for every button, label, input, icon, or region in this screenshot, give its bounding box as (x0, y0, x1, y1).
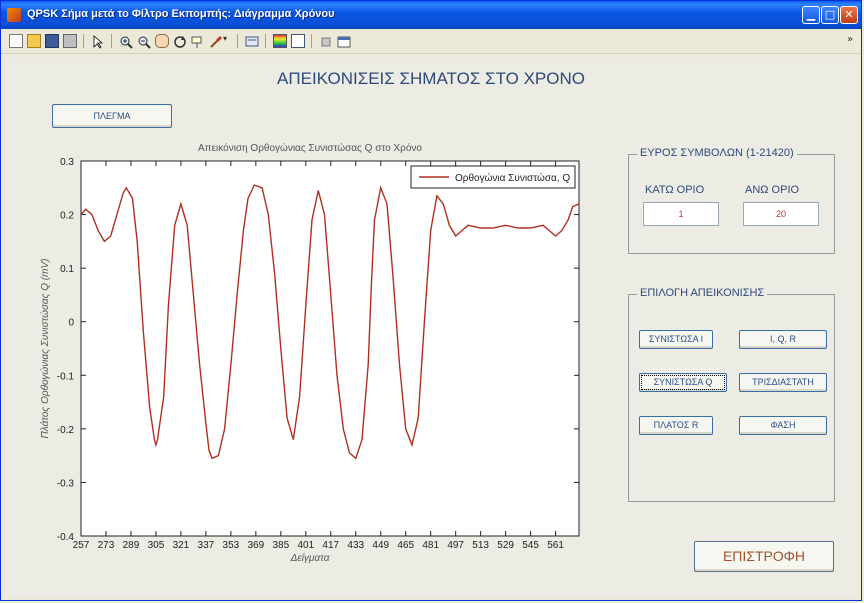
x-tick-label: 385 (272, 540, 289, 551)
open-file-icon[interactable] (27, 34, 41, 48)
lower-limit-input[interactable]: 1 (643, 202, 719, 226)
zoom-in-icon[interactable] (119, 34, 133, 49)
x-tick-label: 417 (322, 540, 339, 551)
rotate-icon[interactable] (173, 34, 187, 48)
symbol-range-title: ΕΥΡΟΣ ΣΥΜΒΟΛΩΝ (1-21420) (637, 147, 797, 159)
toolbar-separator (111, 34, 112, 48)
figure-canvas: ΑΠΕΙΚΟΝΙΣΕΙΣ ΣΗΜΑΤΟΣ ΣΤΟ ΧΡΟΝΟ ΠΛΕΓΜΑ Απ… (6, 57, 856, 597)
x-tick-label: 401 (297, 540, 314, 551)
pointer-icon[interactable] (91, 34, 105, 49)
minimize-button[interactable]: ▁ (802, 6, 820, 24)
phase-button[interactable]: ΦΑΣΗ (739, 416, 827, 435)
x-tick-label: 561 (547, 540, 564, 551)
y-tick-label: -0.2 (57, 425, 75, 436)
title-bar[interactable]: QPSK Σήμα μετά το Φίλτρο Εκπομπής: Διάγρ… (1, 1, 861, 29)
x-tick-label: 433 (347, 540, 364, 551)
display-selection-title: ΕΠΙΛΟΓΗ ΑΠΕΙΚΟΝΙΣΗΣ (637, 287, 768, 299)
x-tick-label: 529 (497, 540, 514, 551)
toolbar-overflow-icon[interactable]: » (847, 34, 861, 48)
x-tick-label: 257 (73, 540, 90, 551)
x-tick-label: 513 (472, 540, 489, 551)
component-i-button[interactable]: ΣΥΝΙΣΤΩΣΑ Ι (639, 330, 713, 349)
iqr-button[interactable]: Ι, Q, R (739, 330, 827, 349)
display-selection-panel: ΕΠΙΛΟΓΗ ΑΠΕΙΚΟΝΙΣΗΣ ΣΥΝΙΣΤΩΣΑ Ι Ι, Q, R … (628, 287, 835, 502)
maximize-button[interactable]: □ (821, 6, 839, 24)
legend-entry: Ορθογώνια Συνιστώσα, Q (455, 172, 570, 184)
x-tick-label: 289 (123, 540, 140, 551)
zoom-out-icon[interactable] (137, 34, 151, 49)
component-q-button[interactable]: ΣΥΝΙΣΤΩΣΑ Q (639, 373, 727, 392)
q-component-chart: Απεικόνιση Ορθογώνιας Συνιστώσας Q στο Χ… (39, 142, 580, 564)
y-tick-label: 0.1 (60, 264, 74, 275)
x-tick-label: 497 (447, 540, 464, 551)
colorbar-icon[interactable] (273, 34, 287, 48)
amplitude-r-button[interactable]: ΠΛΑΤΟΣ R (639, 416, 713, 435)
x-tick-label: 305 (148, 540, 165, 551)
y-tick-label: -0.1 (57, 371, 75, 382)
print-icon[interactable] (63, 34, 77, 48)
toolbar-separator (311, 34, 312, 48)
x-axis-label: Δείγματα (290, 552, 330, 564)
hide-plot-tools-icon[interactable] (319, 34, 333, 48)
toolbar-separator (83, 34, 84, 48)
back-button[interactable]: ΕΠΙΣΤΡΟΦΗ (694, 541, 834, 572)
data-cursor-icon[interactable] (191, 34, 205, 48)
new-file-icon[interactable] (9, 34, 23, 48)
window-title: QPSK Σήμα μετά το Φίλτρο Εκπομπής: Διάγρ… (27, 8, 335, 20)
main-window: QPSK Σήμα μετά το Φίλτρο Εκπομπής: Διάγρ… (0, 0, 862, 601)
y-tick-label: 0.2 (60, 211, 74, 222)
brush-icon[interactable] (209, 34, 223, 48)
y-axis-label: Πλάτος Ορθογώνιας Συνιστώσας Q (mV) (39, 259, 51, 439)
lower-limit-label: ΚΑΤΩ ΟΡΙΟ (645, 184, 705, 196)
close-button[interactable]: ✕ (840, 6, 858, 24)
toolbar-separator (237, 34, 238, 48)
pan-icon[interactable] (155, 34, 169, 48)
y-tick-label: 0.3 (60, 157, 74, 168)
save-icon[interactable] (45, 34, 59, 48)
upper-limit-label: ΑΝΩ ΟΡΙΟ (745, 184, 800, 196)
three-dimensional-button[interactable]: ΤΡΙΣΔΙΑΣΤΑΤΗ (739, 373, 827, 392)
show-plot-tools-icon[interactable] (337, 34, 351, 48)
x-tick-label: 465 (397, 540, 414, 551)
chart-title: Απεικόνιση Ορθογώνιας Συνιστώσας Q στο Χ… (198, 142, 422, 154)
x-tick-label: 353 (223, 540, 240, 551)
x-tick-label: 481 (422, 540, 439, 551)
plot-area[interactable] (80, 160, 580, 537)
y-tick-label: -0.3 (57, 478, 75, 489)
figure-toolbar: ▾ » (1, 29, 861, 54)
legend-icon[interactable] (291, 34, 305, 48)
x-tick-label: 449 (372, 540, 389, 551)
toolbar-separator (265, 34, 266, 48)
link-icon[interactable] (245, 34, 259, 48)
x-tick-label: 545 (522, 540, 539, 551)
y-tick-label: 0 (68, 318, 74, 329)
brush-dropdown-icon[interactable]: ▾ (223, 34, 237, 48)
matlab-app-icon (7, 8, 21, 22)
x-tick-label: 369 (248, 540, 265, 551)
upper-limit-input[interactable]: 20 (743, 202, 819, 226)
x-tick-label: 321 (173, 540, 190, 551)
x-tick-label: 337 (198, 540, 215, 551)
symbol-range-panel: ΕΥΡΟΣ ΣΥΜΒΟΛΩΝ (1-21420) ΚΑΤΩ ΟΡΙΟ ΑΝΩ Ο… (628, 147, 835, 254)
x-tick-label: 273 (98, 540, 115, 551)
